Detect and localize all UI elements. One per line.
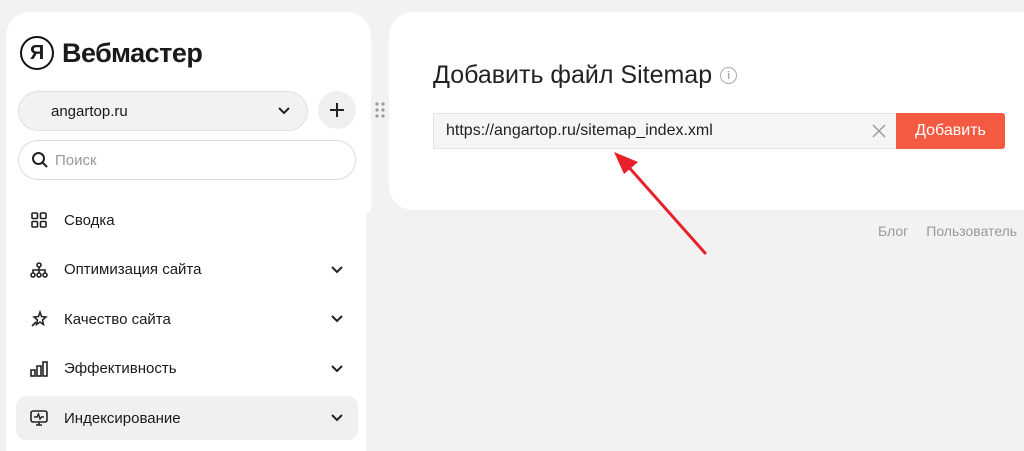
chevron-down-icon [331, 414, 343, 422]
sidebar: Я Вебмастер angartop.ru Поиск Сводка Опт… [6, 12, 372, 451]
sidebar-item-site-quality[interactable]: Качество сайта [16, 297, 358, 341]
footer-link-users[interactable]: Пользователь [926, 223, 1017, 239]
annotation-arrow-icon [614, 152, 707, 255]
chevron-down-icon [331, 265, 343, 273]
sitemap-tree-icon [28, 259, 50, 281]
sidebar-item-label: Сводка [64, 211, 115, 229]
bar-chart-icon [28, 358, 50, 380]
add-sitemap-button[interactable]: Добавить [896, 113, 1005, 149]
yandex-logo-icon: Я [20, 36, 54, 70]
sparkle-star-icon [28, 308, 50, 330]
add-site-button[interactable] [318, 91, 356, 129]
sitemap-url-input[interactable]: https://angartop.ru/sitemap_index.xml [433, 113, 897, 149]
info-icon[interactable]: i [720, 67, 738, 84]
sidebar-item-efficiency[interactable]: Эффективность [16, 347, 358, 391]
clear-icon[interactable] [871, 123, 887, 139]
grid-icon [28, 209, 50, 231]
monitor-pulse-icon [28, 407, 50, 429]
site-selector-value: angartop.ru [51, 102, 128, 120]
sidebar-item-indexing[interactable]: Индексирование [16, 396, 358, 440]
sidebar-item-site-optimization[interactable]: Оптимизация сайта [16, 248, 358, 292]
panel-title-row: Добавить файл Sitemap i [433, 61, 738, 90]
sidebar-nav: Сводка Оптимизация сайта Качество сайта … [16, 198, 358, 446]
site-selector[interactable]: angartop.ru [18, 91, 308, 131]
page-title: Добавить файл Sitemap [433, 61, 713, 89]
sidebar-scrollbar[interactable] [366, 212, 372, 451]
sidebar-item-label: Индексирование [64, 409, 181, 427]
plus-icon [330, 103, 344, 117]
chevron-down-icon [331, 364, 343, 372]
chevron-down-icon [331, 315, 343, 323]
sidebar-item-label: Оптимизация сайта [64, 261, 202, 278]
search-placeholder: Поиск [55, 151, 97, 169]
chevron-down-icon [278, 107, 290, 115]
sidebar-item-summary[interactable]: Сводка [16, 198, 358, 242]
footer-link-blog[interactable]: Блог [878, 223, 908, 239]
search-icon [32, 152, 48, 168]
search-input[interactable]: Поиск [18, 140, 356, 180]
sitemap-url-value: https://angartop.ru/sitemap_index.xml [446, 122, 713, 139]
app-title: Вебмастер [62, 37, 203, 68]
drag-handle-icon[interactable] [374, 101, 386, 119]
sidebar-item-label: Эффективность [64, 360, 177, 377]
sidebar-item-label: Качество сайта [64, 310, 171, 328]
footer-links: Блог Пользователь [878, 223, 1017, 239]
logo[interactable]: Я Вебмастер [20, 36, 203, 70]
